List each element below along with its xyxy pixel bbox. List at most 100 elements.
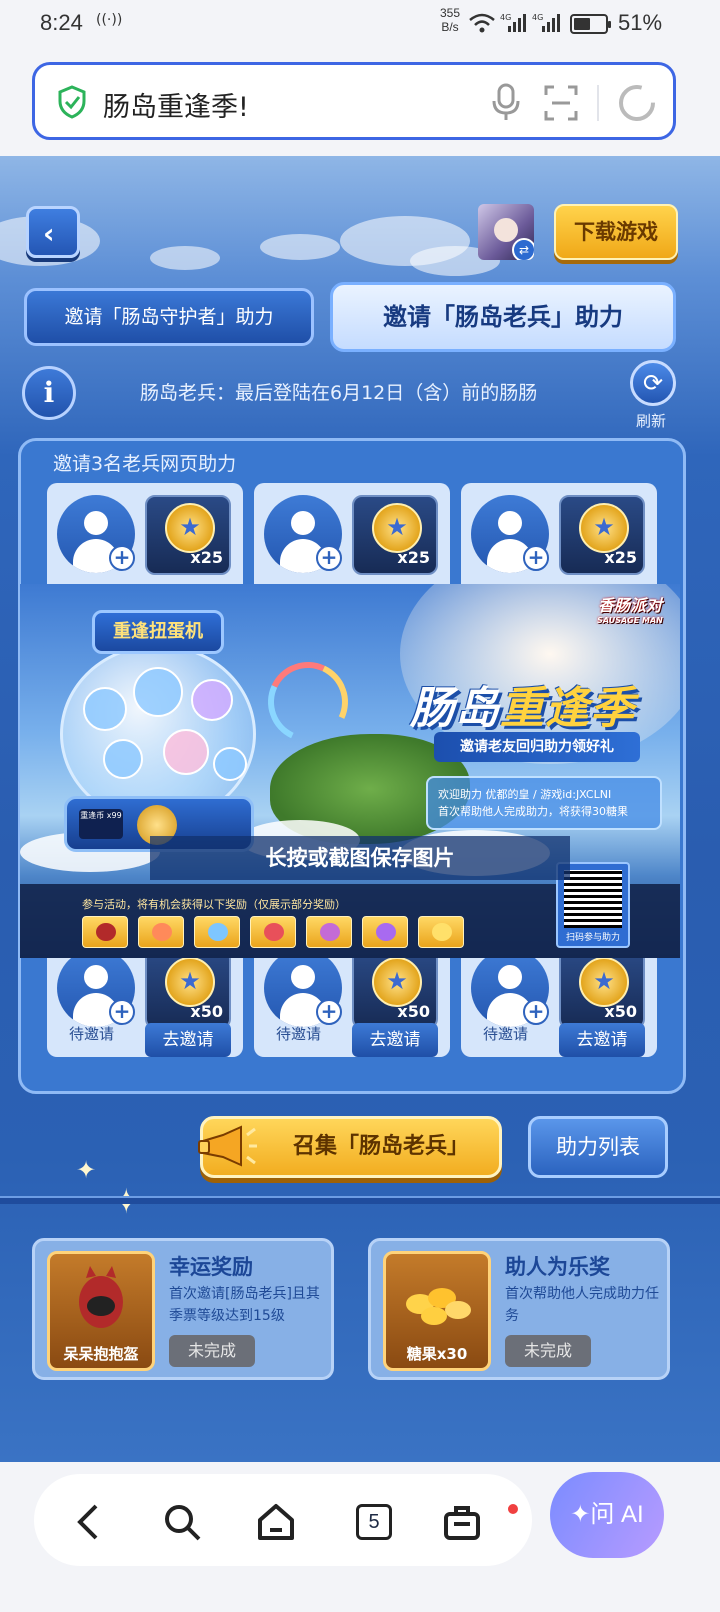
lucky-reward-status: 未完成 [169, 1335, 255, 1367]
coin-reward: ★ x25 [559, 495, 645, 575]
refresh-icon: ⟳ [642, 369, 664, 397]
candy-reward-image: 糖果x30 [383, 1251, 491, 1371]
scan-icon[interactable] [543, 83, 579, 123]
shield-check-icon [58, 85, 86, 119]
net1-label: 4G [500, 13, 511, 22]
switch-account-icon[interactable]: ⇄ [512, 238, 534, 260]
toolbox-icon[interactable] [442, 1502, 482, 1542]
reward-item-candy-icon [418, 916, 464, 948]
refresh-button[interactable]: ⟳ [630, 360, 676, 406]
reward-item-shoe-icon [250, 916, 296, 948]
back-button[interactable]: ‹ [26, 206, 80, 258]
ask-ai-button[interactable]: ✦问 AI [550, 1472, 664, 1558]
search-icon[interactable] [162, 1502, 202, 1542]
candy-icon [406, 1288, 471, 1325]
info-icon[interactable]: i [22, 366, 76, 420]
poster-title: 肠岛重逢季 [410, 672, 635, 736]
slot-status-row: 待邀请 去邀请 [47, 961, 243, 1071]
reward-item-gem-icon [362, 916, 408, 948]
invite-button[interactable]: 去邀请 [559, 1023, 645, 1057]
home-icon[interactable] [256, 1502, 296, 1542]
reward-qty: x25 [190, 548, 223, 567]
lucky-reward-desc: 首次邀请[肠岛老兵]且其季票等级达到15级 [169, 1286, 320, 1324]
back-arrow-icon[interactable] [70, 1502, 110, 1542]
gacha-title: 重逢扭蛋机 [92, 610, 224, 654]
helmet-reward-label: 呆呆抱抱盔 [63, 1345, 139, 1363]
speed-unit: B/s [441, 20, 459, 34]
poster-title-part2: 重逢季 [500, 683, 635, 734]
cell-signal-1-icon: 4G [500, 13, 526, 32]
welcome-line-1: 欢迎助力 优都的皇 / 游戏id:JXCLNI [438, 788, 612, 801]
qr-label: 扫码参与助力 [565, 933, 620, 943]
helper-reward-status: 未完成 [505, 1335, 591, 1367]
address-bar[interactable]: 肠岛重逢季! [32, 62, 676, 140]
share-poster[interactable]: 重逢扭蛋机 重逢币 x99 香肠派对 SAUSAGE MAN 肠岛重逢季 邀请老… [20, 584, 680, 958]
helper-reward-title: 助人为乐奖 [505, 1255, 610, 1279]
status-time: 8:24 [40, 10, 83, 35]
battery-icon [570, 14, 611, 34]
address-divider [597, 85, 599, 121]
star-coin-icon: ★ [372, 503, 422, 553]
welcome-box: 欢迎助力 优都的皇 / 游戏id:JXCLNI 首次帮助他人完成助力，将获得30… [426, 776, 662, 830]
save-image-hint: 长按或截图保存图片 [150, 836, 570, 880]
helmet-icon [79, 1266, 123, 1328]
lucky-reward-card: 呆呆抱抱盔 幸运奖励 首次邀请[肠岛老兵]且其季票等级达到15级 未完成 [32, 1238, 334, 1380]
download-game-button[interactable]: 下载游戏 [554, 204, 678, 260]
nav-pill: 5 [34, 1474, 532, 1566]
reward-qty: x25 [397, 548, 430, 567]
microphone-icon[interactable] [489, 83, 523, 123]
slot-status-row: 待邀请 去邀请 [461, 961, 657, 1071]
loading-icon[interactable] [617, 83, 657, 123]
add-friend-icon[interactable]: + [316, 545, 342, 571]
reward-qty: x25 [604, 548, 637, 567]
helper-reward-card: 糖果x30 助人为乐奖 首次帮助他人完成助力任务 未完成 [368, 1238, 670, 1380]
reward-item-potion-icon [194, 916, 240, 948]
ask-ai-label: 问 AI [590, 1501, 644, 1528]
user-avatar[interactable]: ⇄ [478, 204, 534, 260]
invite-button[interactable]: 去邀请 [145, 1023, 231, 1057]
coin-reward: ★ x25 [352, 495, 438, 575]
summon-veteran-button[interactable]: 召集「肠岛老兵」 [198, 1116, 502, 1178]
panel-title: 邀请3名老兵网页助力 [53, 453, 237, 475]
lucky-reward-title: 幸运奖励 [169, 1255, 253, 1279]
wifi-icon [469, 13, 495, 33]
invite-button[interactable]: 去邀请 [352, 1023, 438, 1057]
net2-label: 4G [532, 13, 543, 22]
tab-count-button[interactable]: 5 [356, 1504, 392, 1540]
gacha-coin-label: 重逢币 x99 [79, 809, 123, 839]
tab-invite-veteran[interactable]: 邀请「肠岛老兵」助力 [330, 282, 676, 352]
reward-item-outfit-icon [306, 916, 352, 948]
network-speed: 355 B/s [440, 6, 460, 34]
help-list-button[interactable]: 助力列表 [528, 1116, 668, 1178]
reward-strip-text: 参与活动，将有机会获得以下奖励（仅展示部分奖励） [82, 898, 346, 911]
sparkle-icon: ✦ [570, 1501, 591, 1528]
add-friend-icon[interactable]: + [109, 545, 135, 571]
coin-reward: ★ x25 [145, 495, 231, 575]
pending-label: 待邀请 [69, 1025, 115, 1043]
megaphone-icon [198, 1125, 257, 1167]
qr-code-icon [564, 870, 622, 928]
summon-veteran-label: 召集「肠岛老兵」 [292, 1134, 469, 1159]
chevron-left-icon: ‹ [43, 217, 55, 250]
pending-label: 待邀请 [483, 1025, 529, 1043]
pending-label: 待邀请 [276, 1025, 322, 1043]
poster-subtitle: 邀请老友回归助力领好礼 [434, 732, 640, 762]
helmet-reward-image: 呆呆抱抱盔 [47, 1251, 155, 1371]
url-text[interactable]: 肠岛重逢季! [103, 85, 249, 124]
logo-text: 香肠派对 [597, 596, 662, 615]
star-coin-icon: ★ [579, 503, 629, 553]
veteran-definition-note: 肠岛老兵：最后登陆在6月12日（含）前的肠肠 [140, 382, 538, 404]
add-friend-icon[interactable]: + [523, 545, 549, 571]
cell-signal-2-icon: 4G [532, 13, 560, 32]
section-divider [0, 1196, 720, 1204]
welcome-line-2: 首次帮助他人完成助力，将获得30糖果 [438, 805, 628, 818]
game-logo: 香肠派对 SAUSAGE MAN [592, 596, 668, 632]
hotspot-icon: ((·)) [96, 12, 123, 28]
poster-title-part1: 肠岛 [410, 683, 500, 734]
helper-reward-desc: 首次帮助他人完成助力任务 [505, 1286, 659, 1324]
notification-dot [508, 1504, 518, 1514]
status-bar: 8:24 ((·)) 355 B/s 4G 4G 51% [0, 0, 720, 48]
reward-item-rocket-icon [138, 916, 184, 948]
browser-nav-bar: 5 ✦问 AI [0, 1462, 720, 1612]
tab-invite-guardian[interactable]: 邀请「肠岛守护者」助力 [24, 288, 314, 346]
